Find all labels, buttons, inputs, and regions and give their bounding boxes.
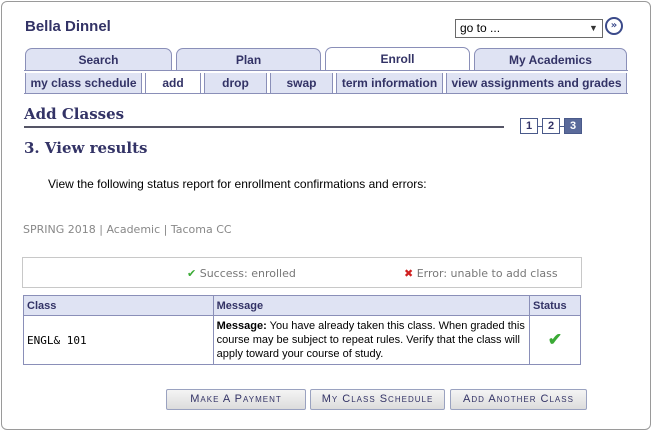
step-2: 2 [542, 118, 560, 134]
my-class-schedule-button[interactable]: My Class Schedule [310, 389, 445, 410]
add-another-class-button[interactable]: Add Another Class [450, 389, 587, 410]
checkmark-icon: ✔ [187, 267, 197, 280]
message-cell: Message: You have already taken this cla… [212, 315, 531, 365]
subtab-view-assignments[interactable]: view assignments and grades [446, 73, 627, 93]
column-header-status: Status [529, 295, 581, 316]
class-cell: ENGL& 101 [23, 315, 214, 365]
instruction-text: View the following status report for enr… [48, 177, 427, 191]
checkmark-icon: ✔ [547, 330, 563, 349]
tab-search[interactable]: Search [25, 48, 172, 70]
step-1: 1 [520, 118, 538, 134]
x-icon: ✖ [404, 267, 414, 280]
title-rule [24, 126, 504, 128]
legend-error: ✖ Error: unable to add class [404, 267, 558, 280]
column-header-message: Message [212, 295, 531, 316]
column-header-class: Class [23, 295, 214, 316]
message-label: Message: [216, 320, 267, 332]
page-title: Add Classes [24, 105, 125, 123]
subtab-add[interactable]: add [145, 73, 201, 93]
subtab-swap[interactable]: swap [270, 73, 333, 93]
make-payment-button[interactable]: Make A Payment [166, 389, 306, 410]
go-icon[interactable]: » [605, 17, 623, 35]
legend-success: ✔ Success: enrolled [187, 267, 296, 280]
status-cell: ✔ [529, 315, 581, 365]
student-name: Bella Dinnel [25, 18, 111, 35]
goto-value: go to ... [460, 21, 501, 35]
results-table: Class Message Status ENGL& 101 Message: … [23, 295, 581, 365]
step-3: 3 [564, 118, 582, 134]
subtab-term-information[interactable]: term information [336, 73, 443, 93]
tab-enroll[interactable]: Enroll [325, 47, 470, 71]
subtab-drop[interactable]: drop [204, 73, 267, 93]
legend-error-label: Error: unable to add class [416, 267, 558, 280]
goto-select[interactable]: go to ... ▼ [455, 19, 603, 38]
chevron-down-icon: ▼ [589, 23, 598, 33]
step-title: 3. View results [24, 139, 148, 157]
status-legend: ✔ Success: enrolled ✖ Error: unable to a… [22, 257, 582, 288]
term-info: SPRING 2018 | Academic | Tacoma CC [23, 223, 232, 236]
subtab-divider [24, 93, 628, 94]
tab-plan[interactable]: Plan [176, 48, 321, 70]
tab-divider [24, 70, 628, 71]
table-row: ENGL& 101 Message: You have already take… [23, 315, 581, 365]
tab-my-academics[interactable]: My Academics [474, 48, 627, 70]
subtab-my-class-schedule[interactable]: my class schedule [25, 73, 142, 93]
legend-success-label: Success: enrolled [199, 267, 296, 280]
